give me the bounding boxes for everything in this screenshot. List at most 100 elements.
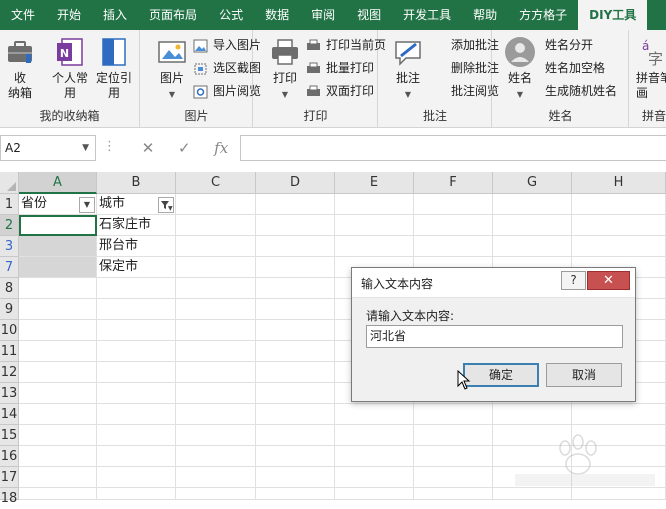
region-screenshot-button[interactable]: 选区截图: [193, 57, 261, 79]
cell-a18[interactable]: [19, 488, 97, 500]
cell-h14[interactable]: [572, 404, 666, 425]
insert-function-icon[interactable]: fx: [214, 139, 228, 157]
formula-bar-resize-handle[interactable]: ⋮: [103, 139, 116, 154]
delete-comment-button[interactable]: 删除批注: [431, 57, 499, 79]
tab-formulas[interactable]: 公式: [208, 0, 254, 30]
cell-b13[interactable]: [97, 383, 176, 404]
cell-b17[interactable]: [97, 467, 176, 488]
cell-d18[interactable]: [256, 488, 335, 500]
formula-input[interactable]: [240, 135, 666, 161]
row-header-7[interactable]: 7: [0, 257, 19, 278]
cancel-entry-icon[interactable]: ✕: [142, 139, 155, 157]
cell-d16[interactable]: [256, 446, 335, 467]
cell-b7[interactable]: 保定市: [97, 257, 176, 278]
help-icon[interactable]: ?: [561, 271, 586, 290]
cell-b16[interactable]: [97, 446, 176, 467]
cell-c18[interactable]: [176, 488, 256, 500]
dialog-title-bar[interactable]: 输入文本内容 ? ✕: [352, 268, 635, 298]
cell-c7[interactable]: [176, 257, 256, 278]
row-header-16[interactable]: 16: [0, 446, 19, 467]
ok-button[interactable]: 确定: [463, 363, 539, 387]
cell-a9[interactable]: [19, 299, 97, 320]
import-picture-button[interactable]: 导入图片: [193, 34, 261, 56]
cell-a11[interactable]: [19, 341, 97, 362]
cell-a17[interactable]: [19, 467, 97, 488]
cell-f2[interactable]: [414, 215, 493, 236]
tab-page-layout[interactable]: 页面布局: [138, 0, 208, 30]
cell-h3[interactable]: [572, 236, 666, 257]
cell-c9[interactable]: [176, 299, 256, 320]
cell-e1[interactable]: [335, 194, 414, 215]
cell-g3[interactable]: [493, 236, 572, 257]
comment-browse-button[interactable]: 批注阅览: [431, 80, 499, 102]
chevron-down-icon[interactable]: ▼: [82, 136, 89, 160]
close-icon[interactable]: ✕: [587, 271, 630, 290]
cell-d10[interactable]: [256, 320, 335, 341]
pinyin-stroke-button[interactable]: á字 拼音笔 画: [636, 36, 666, 101]
tab-view[interactable]: 视图: [346, 0, 392, 30]
cell-d9[interactable]: [256, 299, 335, 320]
cell-e17[interactable]: [335, 467, 414, 488]
batch-print-button[interactable]: 批量打印: [306, 57, 374, 79]
cell-d17[interactable]: [256, 467, 335, 488]
cell-f1[interactable]: [414, 194, 493, 215]
cell-c16[interactable]: [176, 446, 256, 467]
cell-a14[interactable]: [19, 404, 97, 425]
tab-help[interactable]: 帮助: [462, 0, 508, 30]
cell-d3[interactable]: [256, 236, 335, 257]
cell-g2[interactable]: [493, 215, 572, 236]
cell-a10[interactable]: [19, 320, 97, 341]
column-header-g[interactable]: G: [493, 172, 572, 194]
cell-d7[interactable]: [256, 257, 335, 278]
row-header-13[interactable]: 13: [0, 383, 19, 404]
cell-a15[interactable]: [19, 425, 97, 446]
cell-h2[interactable]: [572, 215, 666, 236]
storage-box-button[interactable]: 收 纳箱: [4, 36, 36, 101]
cell-c2[interactable]: [176, 215, 256, 236]
cell-b9[interactable]: [97, 299, 176, 320]
column-header-c[interactable]: C: [176, 172, 256, 194]
cell-f18[interactable]: [414, 488, 493, 500]
column-header-b[interactable]: B: [97, 172, 176, 194]
cell-f17[interactable]: [414, 467, 493, 488]
comment-button[interactable]: 批注 ▼: [391, 36, 425, 102]
personal-common-button[interactable]: N 个人常 用: [50, 36, 90, 101]
cell-b11[interactable]: [97, 341, 176, 362]
locate-reference-button[interactable]: 定位引 用: [94, 36, 134, 101]
row-header-12[interactable]: 12: [0, 362, 19, 383]
row-header-3[interactable]: 3: [0, 236, 19, 257]
cell-d1[interactable]: [256, 194, 335, 215]
tab-file[interactable]: 文件: [0, 0, 46, 30]
column-header-a[interactable]: A: [19, 172, 97, 194]
cell-a3[interactable]: [19, 236, 97, 257]
row-header-2[interactable]: 2: [0, 215, 19, 236]
cell-c3[interactable]: [176, 236, 256, 257]
cell-b8[interactable]: [97, 278, 176, 299]
tab-fangfang[interactable]: 方方格子: [508, 0, 578, 30]
filter-active-b-icon[interactable]: ▼: [158, 197, 174, 213]
row-header-14[interactable]: 14: [0, 404, 19, 425]
cell-e18[interactable]: [335, 488, 414, 500]
add-comment-button[interactable]: 添加批注: [431, 34, 499, 56]
cell-d8[interactable]: [256, 278, 335, 299]
tab-developer[interactable]: 开发工具: [392, 0, 462, 30]
cell-g1[interactable]: [493, 194, 572, 215]
cell-c17[interactable]: [176, 467, 256, 488]
column-header-d[interactable]: D: [256, 172, 335, 194]
duplex-print-button[interactable]: 双面打印: [306, 80, 374, 102]
cell-f16[interactable]: [414, 446, 493, 467]
filter-dropdown-a[interactable]: ▼: [79, 197, 95, 213]
row-header-9[interactable]: 9: [0, 299, 19, 320]
column-header-h[interactable]: H: [572, 172, 666, 194]
select-all-corner[interactable]: [0, 172, 19, 194]
row-header-8[interactable]: 8: [0, 278, 19, 299]
cell-e14[interactable]: [335, 404, 414, 425]
cell-c15[interactable]: [176, 425, 256, 446]
cell-b18[interactable]: [97, 488, 176, 500]
text-content-input[interactable]: 河北省: [366, 325, 623, 348]
column-header-e[interactable]: E: [335, 172, 414, 194]
cell-c14[interactable]: [176, 404, 256, 425]
cell-e16[interactable]: [335, 446, 414, 467]
tab-review[interactable]: 审阅: [300, 0, 346, 30]
cell-c8[interactable]: [176, 278, 256, 299]
